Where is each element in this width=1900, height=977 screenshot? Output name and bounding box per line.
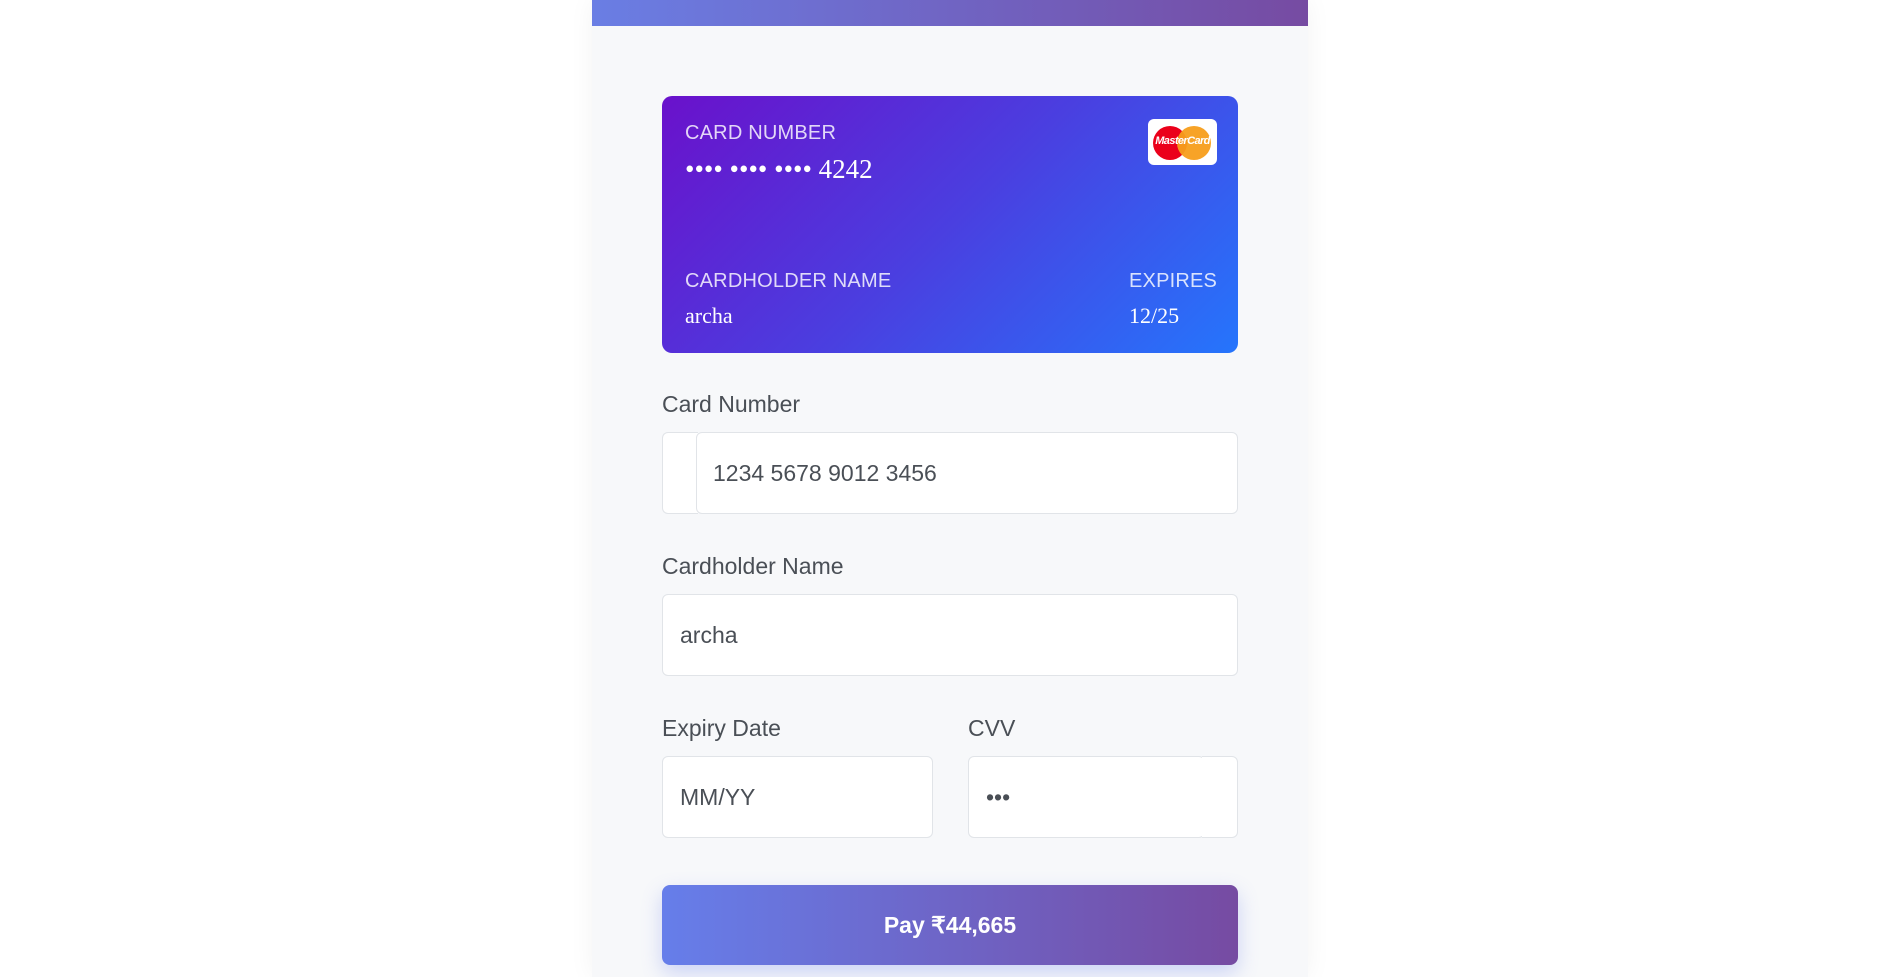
mastercard-wordmark: MasterCard bbox=[1155, 135, 1210, 147]
card-number-display: •••• •••• •••• 4242 bbox=[685, 154, 873, 184]
cardholder-name-label: Cardholder Name bbox=[662, 553, 844, 579]
cardholder-caption: CARDHOLDER NAME bbox=[685, 270, 892, 292]
card-type-icon-slot bbox=[662, 432, 698, 514]
cardholder-display: archa bbox=[685, 303, 733, 328]
header-gradient-bar bbox=[592, 0, 1308, 26]
payment-panel: CARD NUMBER •••• •••• •••• 4242 MasterCa… bbox=[592, 0, 1308, 977]
cvv-input[interactable]: ••• bbox=[968, 756, 1205, 838]
card-preview: CARD NUMBER •••• •••• •••• 4242 MasterCa… bbox=[662, 96, 1238, 353]
expiry-date-placeholder: MM/YY bbox=[680, 783, 756, 810]
card-number-caption: CARD NUMBER bbox=[685, 122, 837, 144]
expires-caption: EXPIRES bbox=[1129, 270, 1218, 292]
cardholder-name-input[interactable]: archa bbox=[662, 594, 1238, 676]
card-number-input[interactable]: 1234 5678 9012 3456 bbox=[696, 432, 1238, 514]
expiry-date-label: Expiry Date bbox=[662, 715, 781, 741]
mastercard-logo-icon: MasterCard bbox=[1148, 119, 1217, 165]
cvv-value: ••• bbox=[986, 783, 1011, 810]
cardholder-name-value: archa bbox=[680, 621, 738, 648]
cvv-label: CVV bbox=[968, 715, 1016, 741]
cvv-help-icon-slot[interactable] bbox=[1202, 756, 1238, 838]
card-number-placeholder: 1234 5678 9012 3456 bbox=[713, 459, 937, 486]
expiry-date-input[interactable]: MM/YY bbox=[662, 756, 933, 838]
card-number-label: Card Number bbox=[662, 391, 801, 417]
expires-display: 12/25 bbox=[1129, 303, 1180, 328]
pay-button[interactable]: Pay ₹44,665 bbox=[662, 885, 1238, 965]
